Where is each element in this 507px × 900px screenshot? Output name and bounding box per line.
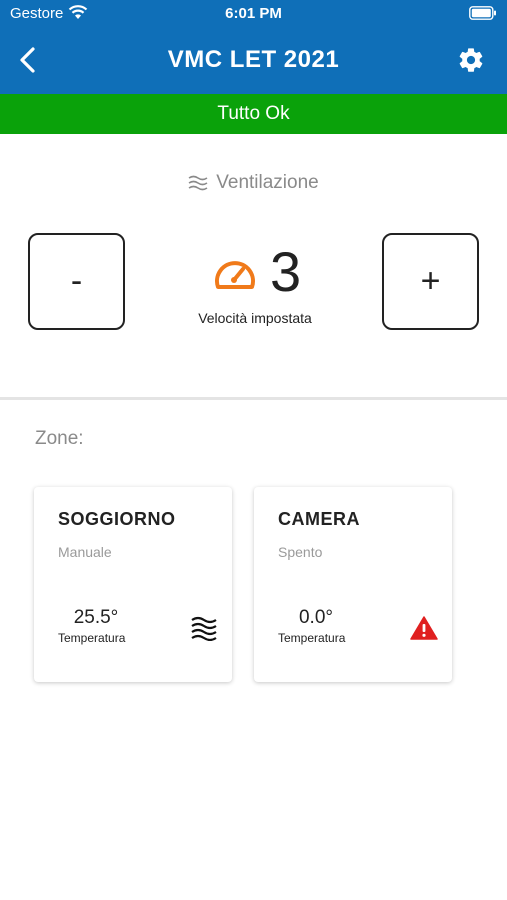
airflow-waves-icon xyxy=(188,175,208,191)
zone-temperature: 0.0° xyxy=(298,607,333,628)
page-title: VMC LET 2021 xyxy=(167,46,340,73)
battery-icon xyxy=(469,6,496,20)
speedometer-icon xyxy=(215,261,255,289)
airflow-waves-icon xyxy=(191,616,217,641)
increase-speed-button[interactable]: + xyxy=(382,233,479,330)
status-banner: Tutto Ok xyxy=(0,94,507,134)
section-divider xyxy=(0,397,507,400)
zones-heading: Zone: xyxy=(35,428,84,449)
nav-bar: VMC LET 2021 xyxy=(0,36,507,86)
zone-card-soggiorno[interactable]: SOGGIORNO Manuale 25.5° Temperatura xyxy=(34,487,232,682)
ventilation-heading: Ventilazione xyxy=(0,172,507,194)
zone-mode: Manuale xyxy=(58,544,112,560)
zone-name: CAMERA xyxy=(278,509,360,529)
zone-temperature-label: Temperatura xyxy=(278,631,346,645)
decrease-speed-button[interactable]: - xyxy=(28,233,125,330)
speed-caption: Velocità impostata xyxy=(198,310,312,326)
app-header: Gestore 6:01 PM VMC LET 2021 xyxy=(0,0,507,94)
speed-value: 3 xyxy=(270,240,302,303)
speed-display: 3 Velocità impostata xyxy=(180,242,330,332)
warning-triangle-icon xyxy=(410,616,438,640)
zone-temperature-label: Temperatura xyxy=(58,631,126,645)
zone-name: SOGGIORNO xyxy=(58,509,176,529)
zone-temperature: 25.5° xyxy=(73,607,119,628)
ventilation-label: Ventilazione xyxy=(216,172,319,193)
clock: 6:01 PM xyxy=(225,5,282,22)
status-bar: Gestore 6:01 PM xyxy=(0,0,507,28)
zone-mode: Spento xyxy=(278,544,323,560)
gear-icon[interactable] xyxy=(457,46,485,74)
zone-card-camera[interactable]: CAMERA Spento 0.0° Temperatura xyxy=(254,487,452,682)
